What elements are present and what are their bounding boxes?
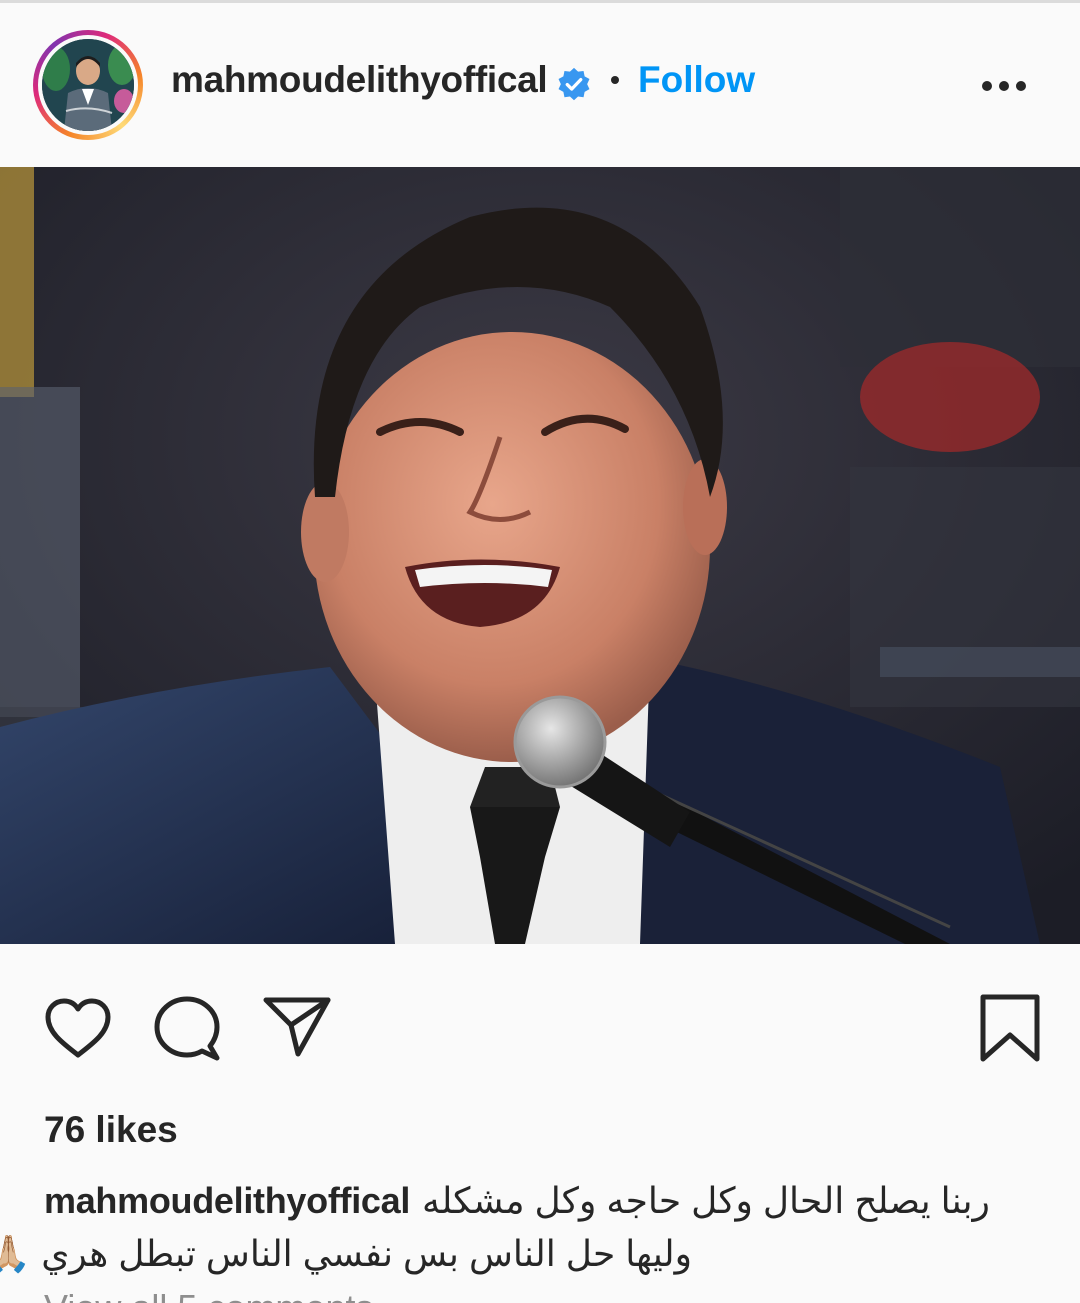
heart-icon[interactable] <box>44 997 112 1059</box>
paper-plane-icon[interactable] <box>262 996 332 1058</box>
post-photo[interactable] <box>0 167 1080 944</box>
more-options-icon[interactable] <box>978 71 1030 101</box>
avatar-picture <box>42 39 134 131</box>
verified-badge-icon <box>558 67 590 101</box>
separator-dot <box>611 76 619 84</box>
post-header: mahmoudelithyoffical Follow <box>0 3 1080 167</box>
likes-count[interactable]: 76 likes <box>44 1109 178 1151</box>
view-all-comments-link[interactable]: View all 5 comments <box>44 1287 373 1303</box>
caption: mahmoudelithyoffical ربنا يصلح الحال وكل … <box>44 1180 1044 1222</box>
bookmark-icon[interactable] <box>979 993 1041 1063</box>
caption-username[interactable]: mahmoudelithyoffical <box>44 1180 410 1221</box>
instagram-post-screen: mahmoudelithyoffical Follow 76 likes mah… <box>0 0 1080 1303</box>
comment-bubble-icon[interactable] <box>152 994 222 1062</box>
caption-text-line2: وليها حل الناس بس نفسي الناس تبطل هري 🙏🏼 <box>0 1233 692 1274</box>
caption-text-line1: ربنا يصلح الحال وكل حاجه وكل مشكله <box>422 1180 990 1221</box>
profile-avatar-story-ring[interactable] <box>33 30 143 140</box>
post-username[interactable]: mahmoudelithyoffical <box>171 59 548 101</box>
avatar[interactable] <box>42 39 134 131</box>
follow-button[interactable]: Follow <box>638 59 755 101</box>
post-photo-image <box>0 167 1080 944</box>
